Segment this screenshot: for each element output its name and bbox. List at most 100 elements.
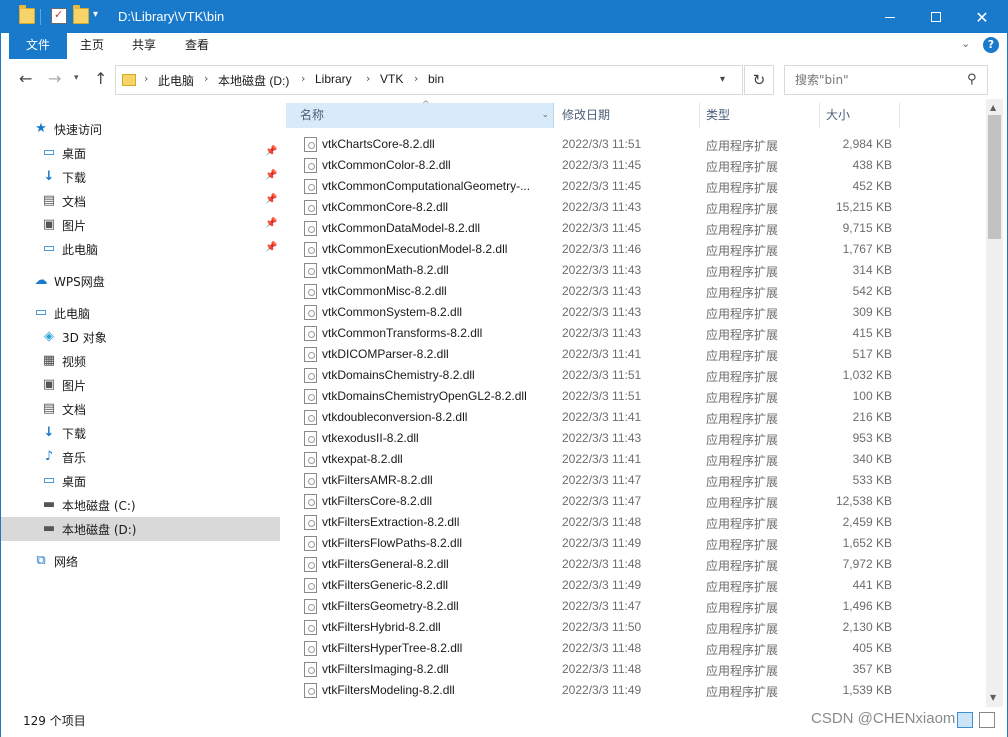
recent-locations-dropdown-icon[interactable]: ▾ (74, 73, 79, 83)
sidebar-item-pictures[interactable]: ▣ 图片 📌 (1, 213, 280, 237)
sidebar-item-pictures-pc[interactable]: ▣ 图片 (1, 373, 280, 397)
file-name: vtkCommonMath-8.2.dll (322, 263, 449, 277)
sidebar-item-wps-cloud[interactable]: ☁ WPS网盘 (1, 269, 280, 293)
ribbon-expand-icon[interactable]: ⌄ (961, 37, 970, 50)
sidebar-item-documents[interactable]: ▤ 文档 📌 (1, 189, 280, 213)
column-header-name[interactable]: ^ 名称 ⌄ (286, 100, 554, 128)
file-row[interactable]: vtkCommonDataModel-8.2.dll 2022/3/3 11:45… (284, 218, 984, 239)
file-row[interactable]: vtkFiltersAMR-8.2.dll 2022/3/3 11:47 应用程序扩… (284, 470, 984, 491)
breadcrumb-chevron-icon[interactable]: › (301, 72, 305, 85)
file-row[interactable]: vtkCommonCore-8.2.dll 2022/3/3 11:43 应用程序扩… (284, 197, 984, 218)
scroll-down-arrow-icon[interactable]: ▼ (990, 693, 996, 702)
search-input[interactable] (795, 73, 955, 87)
tab-home[interactable]: 主页 (67, 33, 117, 59)
file-row[interactable]: vtkFiltersGeometry-8.2.dll 2022/3/3 11:47… (284, 596, 984, 617)
breadcrumb-drive-d[interactable]: 本地磁盘 (D:) (218, 72, 289, 89)
file-row[interactable]: vtkFiltersHyperTree-8.2.dll 2022/3/3 11:4… (284, 638, 984, 659)
sidebar-item-desktop[interactable]: ▭ 桌面 📌 (1, 141, 280, 165)
sidebar-item-videos[interactable]: ▦ 视频 (1, 349, 280, 373)
large-icons-view-icon[interactable] (979, 712, 995, 728)
pin-icon[interactable]: 📌 (265, 170, 277, 181)
breadcrumb-library[interactable]: Library (315, 72, 352, 86)
file-row[interactable]: vtkFiltersGeneric-8.2.dll 2022/3/3 11:49 应… (284, 575, 984, 596)
sidebar-item-network[interactable]: ⧉ 网络 (1, 549, 280, 573)
column-header-date[interactable]: 修改日期 (556, 103, 700, 128)
tab-file[interactable]: 文件 (9, 33, 67, 59)
breadcrumb-chevron-icon[interactable]: › (144, 72, 148, 85)
sidebar-item-desktop-pc[interactable]: ▭ 桌面 (1, 469, 280, 493)
column-header-size[interactable]: 大小 (820, 103, 900, 128)
breadcrumb-this-pc[interactable]: 此电脑 (158, 72, 194, 89)
breadcrumb-vtk[interactable]: VTK (380, 72, 403, 86)
quick-access-dropdown-icon[interactable]: ▾ (93, 9, 98, 20)
file-row[interactable]: vtkDomainsChemistry-8.2.dll 2022/3/3 11:5… (284, 365, 984, 386)
file-row[interactable]: vtkCommonColor-8.2.dll 2022/3/3 11:45 应用程序… (284, 155, 984, 176)
vertical-scrollbar[interactable]: ▲ ▼ (986, 99, 1003, 707)
file-row[interactable]: vtkCommonMisc-8.2.dll 2022/3/3 11:43 应用程序扩… (284, 281, 984, 302)
address-bar[interactable]: › 此电脑 › 本地磁盘 (D:) › Library › VTK › bin … (115, 65, 743, 95)
sidebar-item-music[interactable]: ♪ 音乐 (1, 445, 280, 469)
pin-icon[interactable]: 📌 (265, 146, 277, 157)
file-row[interactable]: vtkFiltersGeneral-8.2.dll 2022/3/3 11:48 应… (284, 554, 984, 575)
desktop-icon: ▭ (42, 473, 56, 488)
breadcrumb-bin[interactable]: bin (428, 72, 444, 86)
maximize-button[interactable] (913, 1, 959, 33)
file-size: 1,032 KB (842, 368, 892, 382)
back-arrow-icon[interactable]: ← (19, 69, 32, 88)
scroll-up-arrow-icon[interactable]: ▲ (990, 103, 996, 112)
file-row[interactable]: vtkexodusII-8.2.dll 2022/3/3 11:43 应用程序扩展 9… (284, 428, 984, 449)
file-size: 9,715 KB (842, 221, 892, 235)
breadcrumb-chevron-icon[interactable]: › (366, 72, 370, 85)
file-row[interactable]: vtkFiltersModeling-8.2.dll 2022/3/3 11:49… (284, 680, 984, 701)
search-box[interactable]: ⚲ (784, 65, 988, 95)
sidebar-item-downloads[interactable]: ↓ 下载 📌 (1, 165, 280, 189)
breadcrumb-chevron-icon[interactable]: › (414, 72, 418, 85)
new-folder-icon[interactable] (73, 5, 89, 24)
details-view-icon[interactable] (957, 712, 973, 728)
column-filter-dropdown-icon[interactable]: ⌄ (541, 103, 549, 128)
scrollbar-thumb[interactable] (988, 115, 1001, 239)
file-type: 应用程序扩展 (706, 160, 779, 174)
tab-share[interactable]: 共享 (119, 33, 169, 59)
breadcrumb-chevron-icon[interactable]: › (204, 72, 208, 85)
properties-icon[interactable] (51, 8, 67, 24)
file-row[interactable]: vtkFiltersFlowPaths-8.2.dll 2022/3/3 11:4… (284, 533, 984, 554)
sidebar-item-3d-objects[interactable]: ◈ 3D 对象 (1, 325, 280, 349)
close-button[interactable]: ✕ (959, 1, 1005, 33)
file-size: 15,215 KB (835, 200, 892, 214)
pin-icon[interactable]: 📌 (265, 194, 277, 205)
sidebar-item-this-pc[interactable]: ▭ 此电脑 (1, 301, 280, 325)
pin-icon[interactable]: 📌 (265, 218, 277, 229)
sidebar-item-downloads-pc[interactable]: ↓ 下载 (1, 421, 280, 445)
file-row[interactable]: vtkDomainsChemistryOpenGL2-8.2.dll 2022/3… (284, 386, 984, 407)
column-header-type[interactable]: 类型 (700, 103, 820, 128)
refresh-button[interactable]: ↻ (744, 65, 774, 95)
file-row[interactable]: vtkFiltersHybrid-8.2.dll 2022/3/3 11:50 应用… (284, 617, 984, 638)
file-row[interactable]: vtkFiltersCore-8.2.dll 2022/3/3 11:47 应用程序… (284, 491, 984, 512)
file-row[interactable]: vtkCommonTransforms-8.2.dll 2022/3/3 11:4… (284, 323, 984, 344)
pin-icon[interactable]: 📌 (265, 242, 277, 253)
file-row[interactable]: vtkCommonSystem-8.2.dll 2022/3/3 11:43 应用程… (284, 302, 984, 323)
sidebar-item-quick-access[interactable]: ★ 快速访问 (1, 117, 280, 141)
file-row[interactable]: vtkdoubleconversion-8.2.dll 2022/3/3 11:4… (284, 407, 984, 428)
sidebar-item-drive-c[interactable]: ▬ 本地磁盘 (C:) (1, 493, 280, 517)
sidebar-item-drive-d[interactable]: ▬ 本地磁盘 (D:) (1, 517, 280, 541)
minimize-button[interactable] (867, 1, 913, 33)
file-row[interactable]: vtkChartsCore-8.2.dll 2022/3/3 11:51 应用程序扩… (284, 134, 984, 155)
sidebar-item-documents-pc[interactable]: ▤ 文档 (1, 397, 280, 421)
address-dropdown-icon[interactable]: ▾ (720, 74, 725, 85)
search-icon[interactable]: ⚲ (967, 72, 977, 87)
file-row[interactable]: vtkCommonExecutionModel-8.2.dll 2022/3/3 … (284, 239, 984, 260)
tab-view[interactable]: 查看 (171, 33, 223, 59)
forward-arrow-icon[interactable]: → (48, 69, 61, 88)
dll-file-icon (304, 662, 317, 677)
up-arrow-icon[interactable]: ↑ (94, 69, 107, 88)
file-row[interactable]: vtkCommonMath-8.2.dll 2022/3/3 11:43 应用程序扩… (284, 260, 984, 281)
file-row[interactable]: vtkFiltersExtraction-8.2.dll 2022/3/3 11:… (284, 512, 984, 533)
file-row[interactable]: vtkFiltersImaging-8.2.dll 2022/3/3 11:48 应… (284, 659, 984, 680)
help-icon[interactable]: ? (983, 37, 999, 53)
file-row[interactable]: vtkexpat-8.2.dll 2022/3/3 11:41 应用程序扩展 340 … (284, 449, 984, 470)
file-row[interactable]: vtkCommonComputationalGeometry-... 2022/3… (284, 176, 984, 197)
sidebar-item-this-pc-pinned[interactable]: ▭ 此电脑 📌 (1, 237, 280, 261)
file-row[interactable]: vtkDICOMParser-8.2.dll 2022/3/3 11:41 应用程序… (284, 344, 984, 365)
